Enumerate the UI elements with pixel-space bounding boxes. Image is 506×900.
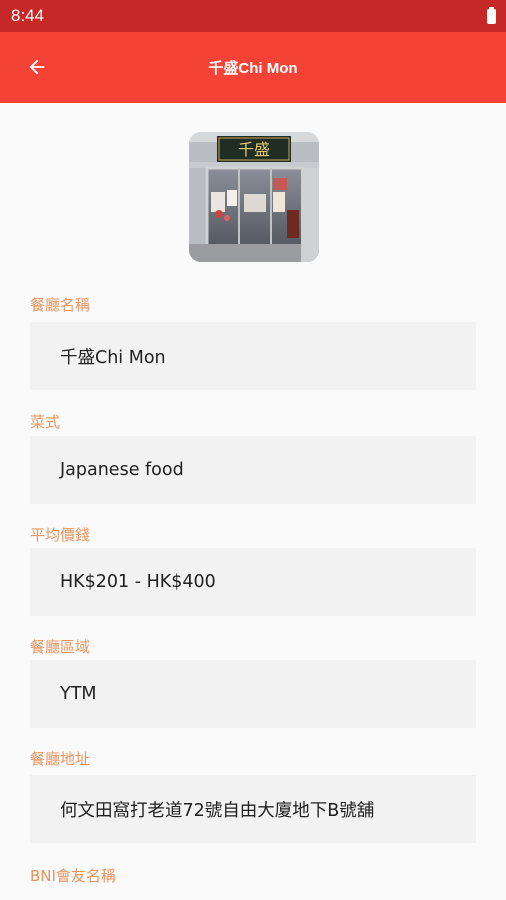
field-label-average-price: 平均價錢 [30,526,91,544]
field-label-address: 餐廳地址 [30,750,91,768]
battery-icon [487,6,496,24]
average-price-field[interactable]: HK$201 - HK$400 [30,548,476,616]
district-field[interactable]: YTM [30,660,476,728]
restaurant-name-field[interactable]: 千盛Chi Mon [30,322,476,390]
cuisine-field[interactable]: Japanese food [30,436,476,504]
field-label-district: 餐廳區域 [30,638,91,656]
field-label-bni-member: BNI會友名稱 [30,867,116,885]
address-field[interactable]: 何文田窩打老道72號自由大廈地下B號舖 [30,775,476,843]
signboard-text: 千盛 [238,140,270,159]
status-bar: 8:44 [0,0,506,32]
page-title: 千盛Chi Mon [208,60,298,77]
status-time: 8:44 [11,6,45,25]
app-bar: 千盛Chi Mon [0,32,506,103]
field-label-restaurant-name: 餐廳名稱 [30,296,91,314]
field-label-cuisine: 菜式 [30,413,61,431]
restaurant-photo: 千盛 [189,132,319,262]
